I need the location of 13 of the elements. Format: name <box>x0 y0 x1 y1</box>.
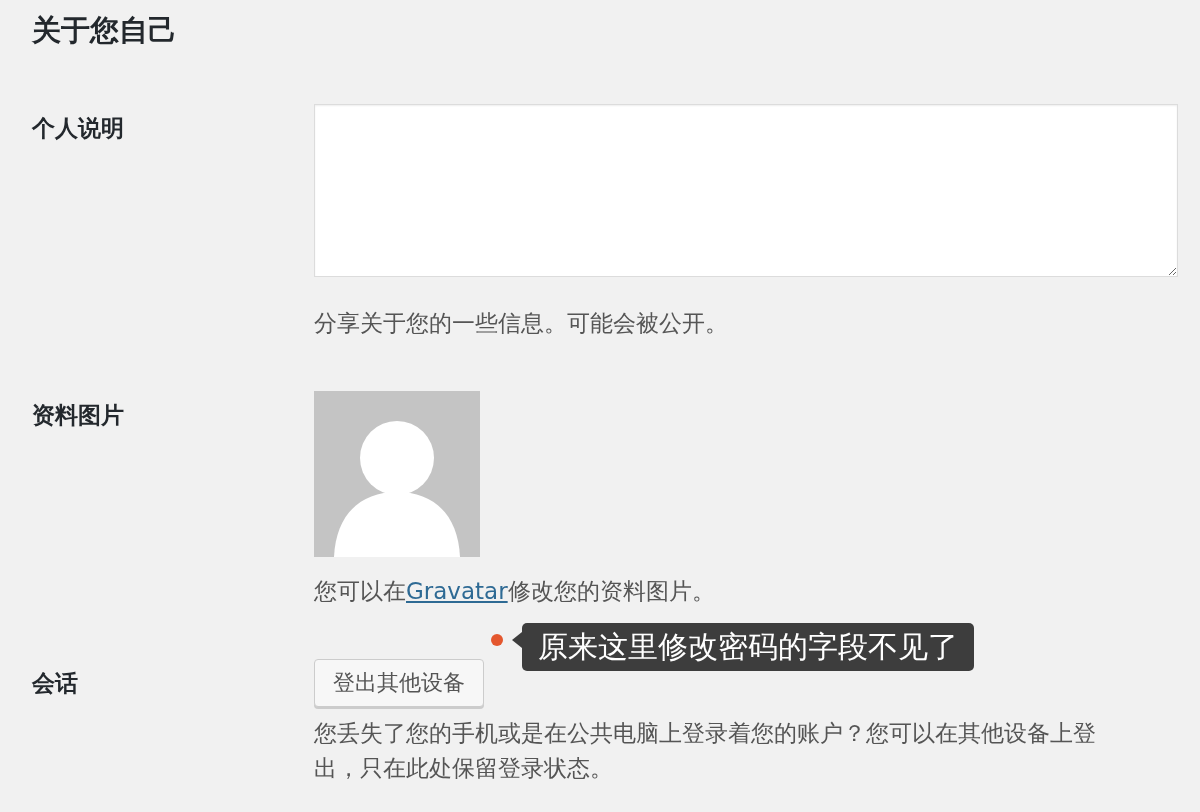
callout-arrow-icon <box>512 632 522 648</box>
field-label: 资料图片 <box>32 401 125 430</box>
logout-other-devices-button[interactable]: 登出其他设备 <box>314 659 484 707</box>
field-label: 会话 <box>32 669 79 698</box>
bio-textarea[interactable] <box>314 104 1178 277</box>
callout-bubble: 原来这里修改密码的字段不见了 <box>522 623 974 671</box>
section-title: 关于您自己 <box>32 12 178 48</box>
field-description: 分享关于您的一些信息。可能会被公开。 <box>314 309 728 338</box>
avatar-help-text: 您可以在Gravatar修改您的资料图片。 <box>314 577 715 606</box>
field-label: 个人说明 <box>32 114 125 143</box>
field-description: 您丢失了您的手机或是在公共电脑上登录着您的账户？您可以在其他设备上登出，只在此处保留登录状态。 <box>314 719 1097 783</box>
dot-icon <box>491 634 503 646</box>
gravatar-link[interactable]: Gravatar <box>406 578 508 604</box>
